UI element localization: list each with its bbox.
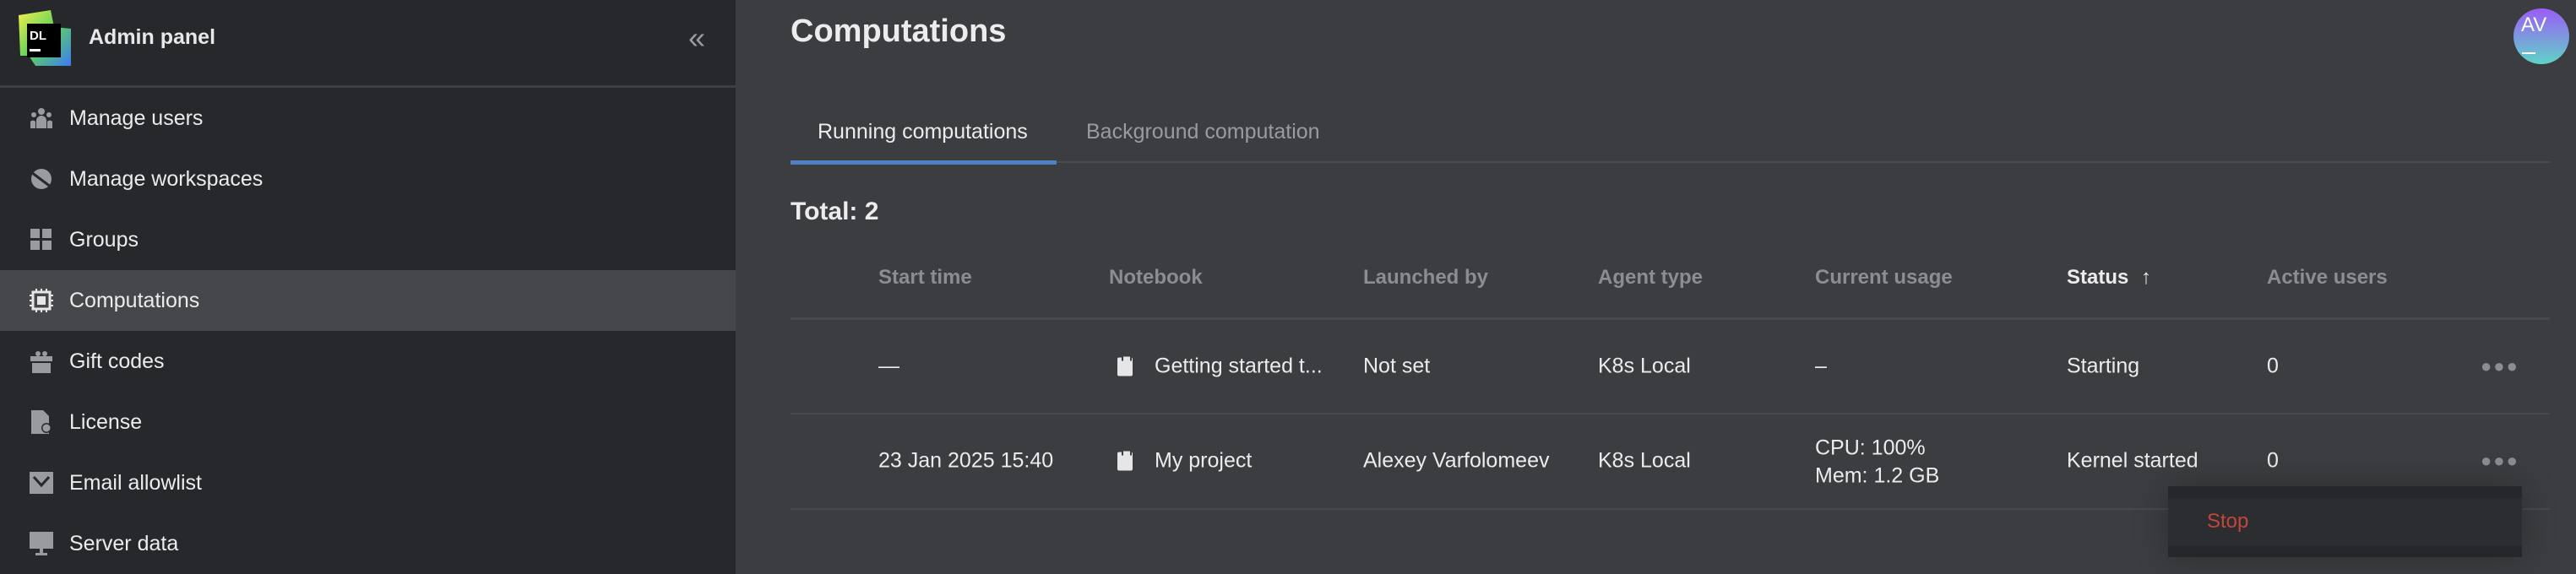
memory-usage: Mem: 1.2 GB — [1815, 463, 1940, 488]
page-title: Computations — [791, 14, 1007, 49]
agent-type: K8s Local — [1598, 354, 1691, 378]
cpu-usage: CPU: 100% — [1815, 436, 1926, 460]
sidebar-item-manage-workspaces[interactable]: Manage workspaces — [0, 149, 736, 209]
monitor-icon — [30, 532, 53, 555]
column-header-agent-type[interactable]: Agent type — [1598, 266, 1703, 290]
active-tab-indicator — [791, 160, 1057, 165]
row-divider — [791, 413, 2550, 414]
chip-icon — [30, 289, 53, 312]
sidebar-item-label: Manage workspaces — [69, 166, 264, 191]
active-users: 0 — [2267, 354, 2279, 378]
sidebar-item-email-allowlist[interactable]: Email allowlist — [0, 452, 736, 513]
sidebar-item-license[interactable]: License — [0, 392, 736, 452]
datalore-logo: DL — [19, 10, 71, 66]
header-divider — [791, 317, 2550, 320]
mail-icon — [30, 471, 53, 495]
notebook-link[interactable]: Getting started t... — [1155, 355, 1323, 379]
users-icon — [30, 106, 53, 130]
column-header-active-users[interactable]: Active users — [2267, 266, 2388, 290]
stop-label: Stop — [2207, 510, 2249, 533]
status-header-label: Status — [2067, 266, 2129, 289]
sidebar: DL Admin panel « Manage users Manage wor… — [0, 0, 736, 574]
column-header-notebook[interactable]: Notebook — [1109, 266, 1203, 290]
start-time: 23 Jan 2025 15:40 — [878, 448, 1054, 473]
current-usage: – — [1815, 354, 1827, 378]
row-actions-menu: Stop — [2168, 486, 2522, 557]
sidebar-item-label: Server data — [69, 531, 179, 555]
svg-text:DL: DL — [30, 29, 46, 43]
sidebar-item-label: Manage users — [69, 106, 204, 130]
more-actions-icon[interactable]: ●●● — [2481, 450, 2519, 472]
tab-running-computations[interactable]: Running computations — [818, 120, 1028, 144]
launched-by: Not set — [1363, 354, 1431, 378]
notebook-icon — [1117, 355, 1133, 379]
launched-by: Alexey Varfolomeev — [1363, 448, 1550, 473]
column-header-start-time[interactable]: Start time — [878, 266, 972, 290]
avatar[interactable]: AV — [2514, 8, 2569, 64]
sidebar-item-server-data[interactable]: Server data — [0, 513, 736, 574]
status: Starting — [2067, 354, 2140, 378]
gift-icon — [30, 349, 53, 373]
app-title: Admin panel — [89, 25, 216, 49]
sidebar-item-label: Gift codes — [69, 349, 165, 373]
sidebar-item-label: Groups — [69, 227, 139, 252]
sidebar-item-label: Computations — [69, 288, 200, 312]
avatar-initials: AV — [2521, 14, 2547, 36]
sidebar-item-label: License — [69, 409, 143, 434]
sidebar-item-groups[interactable]: Groups — [0, 209, 736, 270]
workspace-icon — [30, 167, 53, 191]
status: Kernel started — [2067, 448, 2198, 473]
total-count: Total: 2 — [791, 198, 879, 225]
agent-type: K8s Local — [1598, 448, 1691, 473]
collapse-sidebar-button[interactable]: « — [688, 20, 705, 56]
stop-menu-item[interactable]: Stop — [2168, 498, 2522, 545]
column-header-launched-by[interactable]: Launched by — [1363, 266, 1488, 290]
notebook-icon — [1117, 449, 1133, 474]
grid-icon — [30, 228, 53, 252]
sidebar-item-gift-codes[interactable]: Gift codes — [0, 331, 736, 392]
sort-ascending-icon: ↑ — [2141, 266, 2152, 289]
notebook-link[interactable]: My project — [1155, 449, 1252, 474]
license-icon — [30, 410, 53, 434]
column-header-status[interactable]: Status ↑ — [2067, 266, 2151, 290]
sidebar-item-computations[interactable]: Computations — [0, 270, 736, 331]
column-header-current-usage[interactable]: Current usage — [1815, 266, 1953, 290]
tab-background-computation[interactable]: Background computation — [1086, 120, 1320, 144]
sidebar-item-label: Email allowlist — [69, 470, 202, 495]
sidebar-item-manage-users[interactable]: Manage users — [0, 88, 736, 149]
more-actions-icon[interactable]: ●●● — [2481, 355, 2519, 377]
start-time: — — [878, 354, 899, 378]
active-users: 0 — [2267, 448, 2279, 473]
